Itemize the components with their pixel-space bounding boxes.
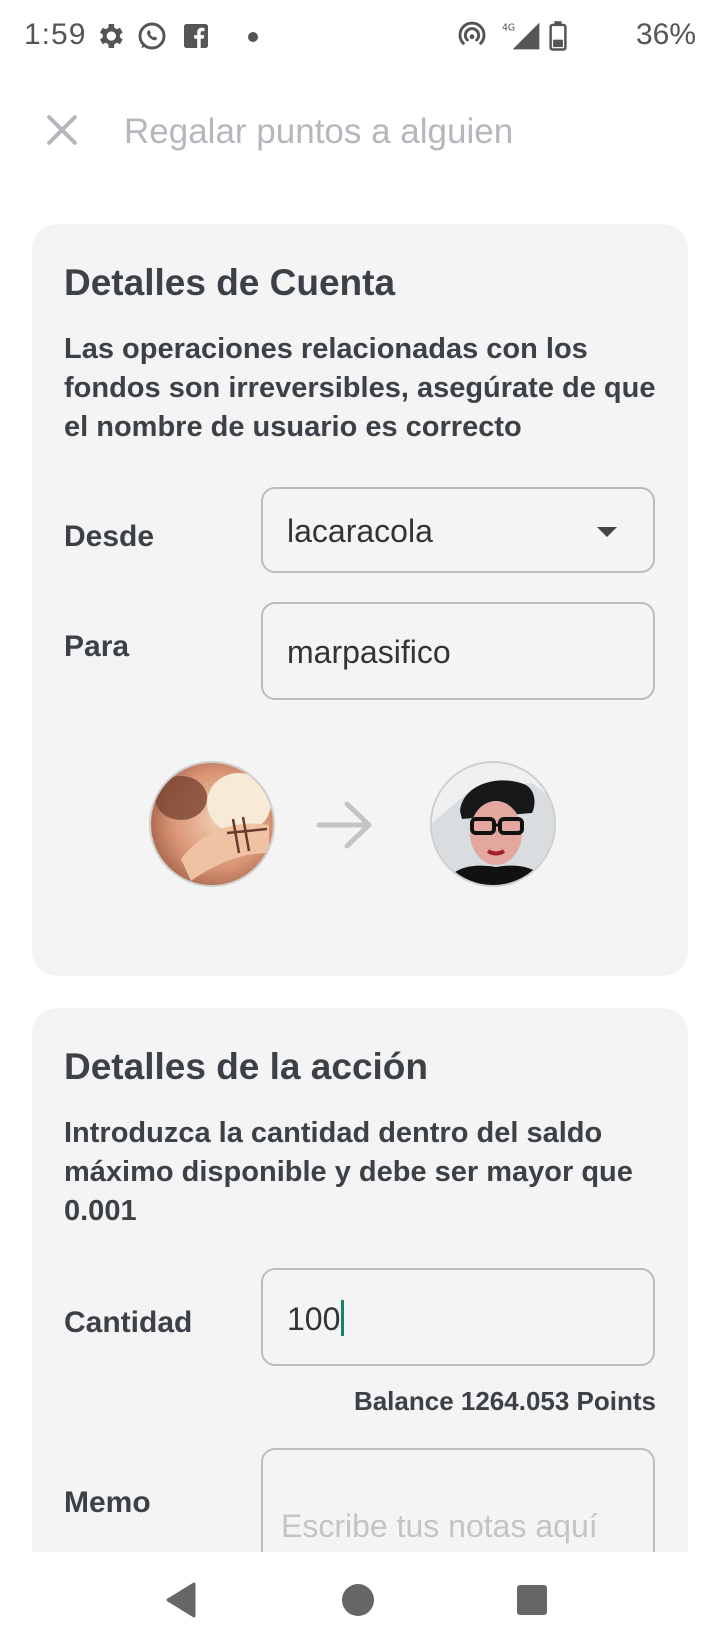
action-details-title: Detalles de la acción	[64, 1046, 429, 1087]
text-cursor	[341, 1300, 345, 1336]
signal-icon: 4G	[502, 22, 540, 50]
sender-avatar-image	[151, 763, 273, 885]
dropdown-caret-icon	[597, 527, 617, 537]
recipient-avatar-image	[432, 763, 554, 885]
to-label: Para	[64, 630, 130, 663]
close-icon[interactable]	[40, 108, 84, 152]
status-bar: 1:59 4G 36%	[0, 0, 720, 72]
back-icon[interactable]	[162, 1580, 198, 1620]
account-details-description: Las operaciones relacionadas con los fon…	[64, 333, 656, 443]
to-account-value: marpasifico	[287, 634, 451, 670]
gear-icon	[100, 24, 123, 48]
battery-percentage: 36%	[635, 18, 696, 51]
to-account-input[interactable]: marpasifico	[261, 602, 655, 700]
recipient-avatar	[430, 761, 556, 887]
amount-input[interactable]: 100	[261, 1268, 655, 1366]
balance-text: Balance 1264.053 Points	[353, 1386, 656, 1416]
from-label: Desde	[64, 520, 155, 553]
action-details-description: Introduzca la cantidad dentro del saldo …	[64, 1117, 633, 1227]
whatsapp-icon	[138, 22, 166, 50]
navigation-bar	[0, 1552, 720, 1650]
hotspot-icon	[458, 21, 486, 45]
svg-text:4G: 4G	[502, 23, 515, 34]
arrow-right-icon	[316, 801, 372, 849]
battery-icon	[549, 21, 567, 51]
status-time: 1:59	[24, 18, 87, 51]
memo-placeholder: Escribe tus notas aquí	[281, 1508, 598, 1544]
page-title: Regalar puntos a alguien	[124, 112, 514, 151]
amount-label: Cantidad	[64, 1306, 193, 1339]
facebook-icon	[184, 24, 208, 48]
sender-avatar	[149, 761, 275, 887]
recents-icon[interactable]	[514, 1580, 550, 1620]
memo-label: Memo	[64, 1486, 151, 1519]
account-details-title: Detalles de Cuenta	[64, 262, 396, 303]
home-icon[interactable]	[338, 1580, 378, 1620]
from-account-value: lacaracola	[287, 513, 433, 549]
transfer-points-screen: 1:59 4G 36% Regalar puntos a alguien Det…	[0, 0, 720, 1650]
app-bar: Regalar puntos a alguien	[0, 90, 720, 176]
from-account-select[interactable]: lacaracola	[261, 487, 655, 573]
amount-value: 100	[287, 1300, 345, 1338]
notification-dot	[248, 32, 258, 42]
account-details-card: Detalles de Cuenta Las operaciones relac…	[32, 224, 688, 976]
